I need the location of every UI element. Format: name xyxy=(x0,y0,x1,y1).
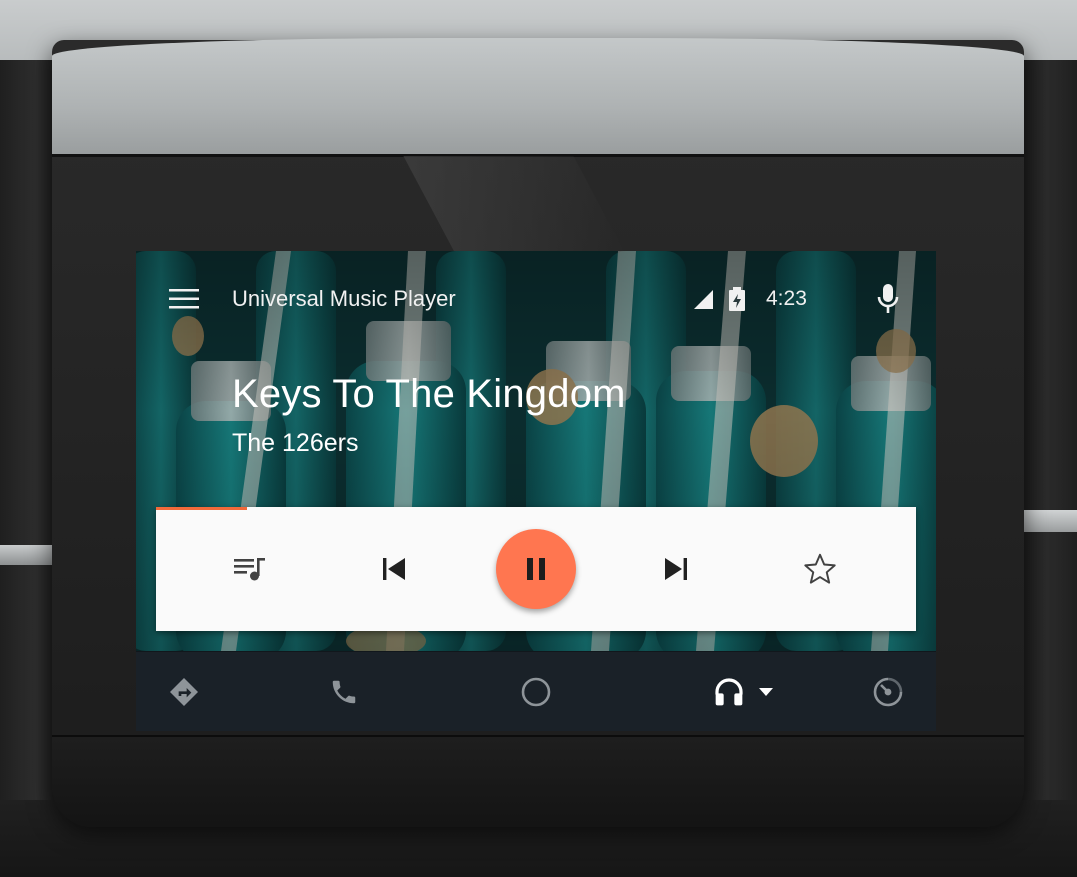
app-title: Universal Music Player xyxy=(232,286,456,311)
dashboard-left-panel xyxy=(0,60,60,877)
android-auto-screen: Universal Music Player 4:23 Keys To The … xyxy=(136,251,936,731)
track-artist: The 126ers xyxy=(232,429,359,457)
cell-signal-icon xyxy=(694,290,713,309)
menu-icon xyxy=(169,289,199,309)
previous-button[interactable] xyxy=(372,547,416,591)
head-unit-lower-bezel xyxy=(52,735,1024,827)
exit-icon xyxy=(873,677,903,707)
skip-next-icon xyxy=(665,558,687,580)
playback-progress-fill xyxy=(156,507,248,510)
voice-search-button[interactable] xyxy=(872,281,904,317)
next-button[interactable] xyxy=(654,547,698,591)
nav-navigation[interactable] xyxy=(164,672,204,712)
star-outline-icon xyxy=(804,553,836,584)
headphones-icon xyxy=(715,678,743,706)
nav-exit[interactable] xyxy=(868,672,908,712)
skip-previous-icon xyxy=(383,558,405,580)
nav-phone[interactable] xyxy=(324,672,364,712)
nav-home[interactable] xyxy=(516,672,556,712)
track-title: Keys To The Kingdom xyxy=(232,372,626,416)
menu-button[interactable] xyxy=(166,283,202,315)
queue-music-icon xyxy=(234,558,265,581)
chevron-down-icon xyxy=(759,688,773,696)
favorite-button[interactable] xyxy=(798,547,842,591)
playback-control-card xyxy=(156,507,916,631)
dashboard-right-panel xyxy=(1017,60,1077,877)
phone-icon xyxy=(332,680,356,704)
queue-button[interactable] xyxy=(228,547,272,591)
home-circle-icon xyxy=(521,677,551,707)
pause-icon xyxy=(527,558,545,580)
battery-charging-icon xyxy=(729,287,745,311)
nav-audio[interactable] xyxy=(708,672,778,712)
directions-icon xyxy=(170,678,198,706)
status-bar: 4:23 xyxy=(692,285,807,313)
microphone-icon xyxy=(877,284,899,313)
pause-button[interactable] xyxy=(496,529,576,609)
car-navigation-bar xyxy=(136,651,936,731)
status-clock: 4:23 xyxy=(766,287,807,310)
head-unit-hood xyxy=(52,38,1024,157)
playback-progress-bar[interactable] xyxy=(156,507,916,510)
